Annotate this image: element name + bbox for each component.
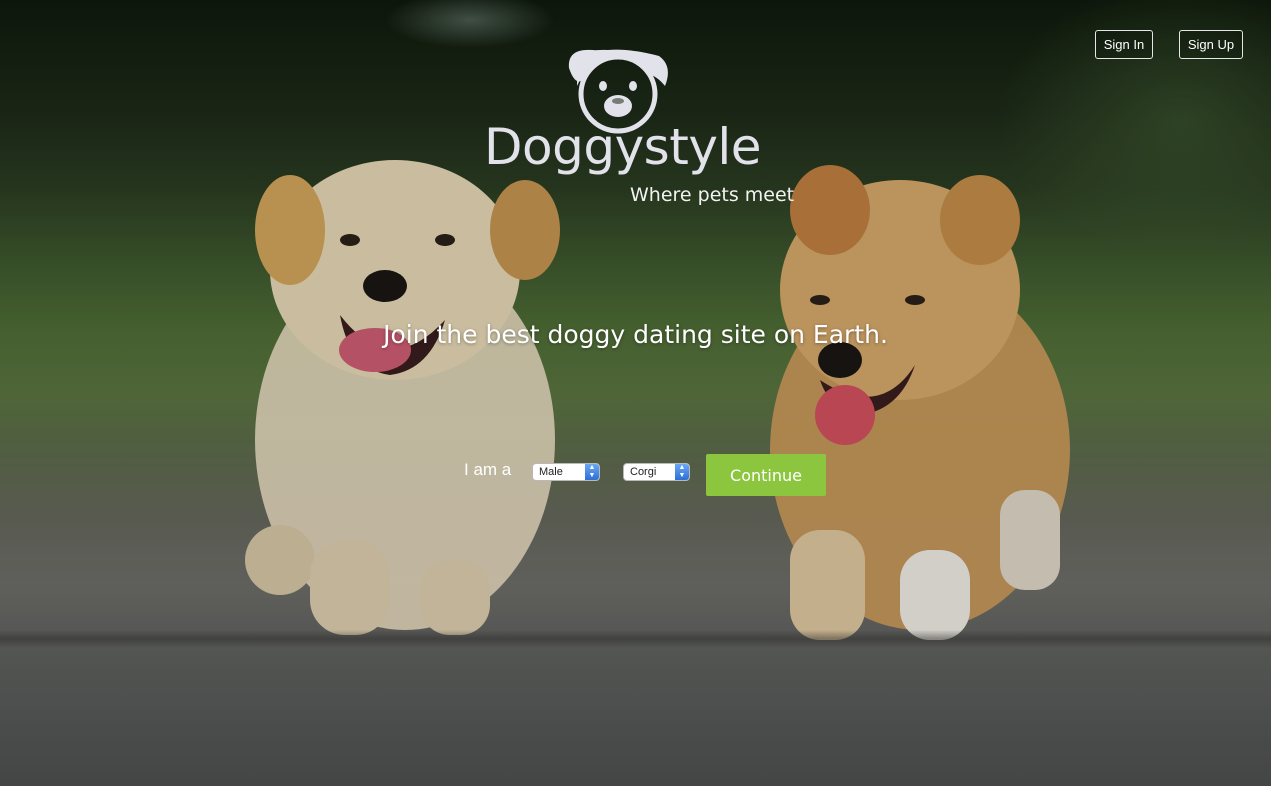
sex-select[interactable]: Male ▲ ▼ — [532, 463, 600, 481]
hero-headline: Join the best doggy dating site on Earth… — [383, 320, 888, 349]
sign-up-button[interactable]: Sign Up — [1179, 30, 1243, 59]
select-arrows-icon: ▲ ▼ — [585, 464, 599, 480]
brand-tagline: Where pets meet — [630, 184, 795, 206]
continue-button[interactable]: Continue — [706, 454, 826, 496]
sex-select-value: Male — [539, 466, 563, 478]
select-arrows-icon: ▲ ▼ — [675, 464, 689, 480]
brand-name: Doggystyle — [484, 118, 762, 176]
breed-select-value: Corgi — [630, 466, 657, 478]
sign-in-button[interactable]: Sign In — [1095, 30, 1153, 59]
i-am-label: I am a — [464, 460, 512, 479]
breed-select[interactable]: Corgi ▲ ▼ — [623, 463, 690, 481]
